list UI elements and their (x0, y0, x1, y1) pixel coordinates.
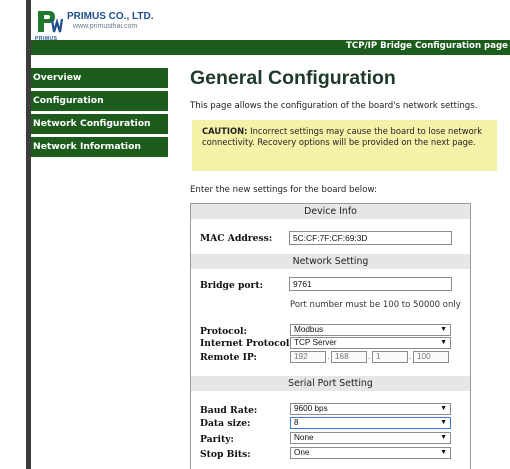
stop-bits-value: One (294, 448, 310, 457)
parity-value: None (294, 433, 314, 442)
company-website[interactable]: www.primusthai.com (73, 23, 137, 30)
sidebar-item-network-configuration[interactable]: Network Configuration (31, 114, 168, 134)
data-size-select[interactable]: 8 ▼ (290, 417, 451, 429)
caution-label: CAUTION: (202, 126, 248, 136)
protocol-label: Protocol: (200, 326, 247, 337)
page-title: General Configuration (190, 67, 396, 89)
section-serial-port-setting: Serial Port Setting (191, 376, 470, 391)
chevron-down-icon: ▼ (440, 434, 447, 441)
chevron-down-icon: ▼ (440, 405, 447, 412)
baud-rate-label: Baud Rate: (200, 405, 258, 416)
mac-address-label: MAC Address: (200, 233, 273, 244)
sidebar-item-configuration[interactable]: Configuration (31, 91, 168, 111)
section-device-info: Device Info (191, 204, 470, 219)
ip-separator: . (368, 352, 371, 361)
remote-ip-octet-2[interactable]: 168 (331, 351, 367, 363)
bridge-port-label: Bridge port: (200, 280, 264, 291)
sidebar-nav: Overview Configuration Network Configura… (31, 68, 168, 160)
caution-box: CAUTION: Incorrect settings may cause th… (192, 120, 497, 171)
ip-separator: . (409, 352, 412, 361)
protocol-value: Modbus (294, 325, 324, 334)
chevron-down-icon: ▼ (440, 326, 447, 333)
remote-ip-octet-1[interactable]: 192 (290, 351, 326, 363)
bridge-port-hint: Port number must be 100 to 50000 only (290, 300, 461, 310)
internet-protocol-label: Internet Protocol: (200, 338, 293, 349)
remote-ip-octet-4[interactable]: 100 (413, 351, 449, 363)
config-form: Device Info MAC Address: 5C:CF:7F:CF:69:… (190, 203, 471, 469)
mac-address-field[interactable]: 5C:CF:7F:CF:69:3D (289, 231, 452, 245)
baud-rate-value: 9600 bps (294, 404, 328, 413)
primus-logo-icon (38, 11, 63, 33)
sidebar-item-overview[interactable]: Overview (31, 68, 168, 88)
section-network-setting: Network Setting (191, 254, 470, 269)
sidebar-item-network-information[interactable]: Network Information (31, 137, 168, 157)
company-logo[interactable]: PRIMUS CO., LTD. www.primusthai.com PRIM… (35, 8, 195, 42)
baud-rate-select[interactable]: 9600 bps ▼ (290, 403, 451, 415)
enter-settings-text: Enter the new settings for the board bel… (190, 185, 377, 195)
stop-bits-label: Stop Bits: (200, 449, 251, 460)
header-bar: TCP/IP Bridge Configuration page (31, 40, 510, 55)
company-name: PRIMUS CO., LTD. (67, 11, 154, 22)
chevron-down-icon: ▼ (440, 449, 447, 456)
internet-protocol-value: TCP Server (294, 338, 337, 347)
parity-select[interactable]: None ▼ (290, 432, 451, 444)
remote-ip-field: 192 . 168 . 1 . 100 (290, 351, 450, 363)
parity-label: Parity: (200, 434, 234, 445)
bridge-port-field[interactable]: 9761 (289, 277, 452, 291)
ip-separator: . (327, 352, 330, 361)
header-title: TCP/IP Bridge Configuration page (346, 41, 508, 51)
chevron-down-icon: ▼ (440, 419, 447, 426)
data-size-label: Data size: (200, 418, 251, 429)
data-size-value: 8 (294, 418, 299, 427)
protocol-select[interactable]: Modbus ▼ (290, 324, 451, 336)
stop-bits-select[interactable]: One ▼ (290, 447, 451, 459)
remote-ip-octet-3[interactable]: 1 (372, 351, 408, 363)
intro-text: This page allows the configuration of th… (190, 101, 478, 111)
remote-ip-label: Remote IP: (200, 352, 257, 363)
chevron-down-icon: ▼ (440, 339, 447, 346)
internet-protocol-select[interactable]: TCP Server ▼ (290, 337, 451, 349)
